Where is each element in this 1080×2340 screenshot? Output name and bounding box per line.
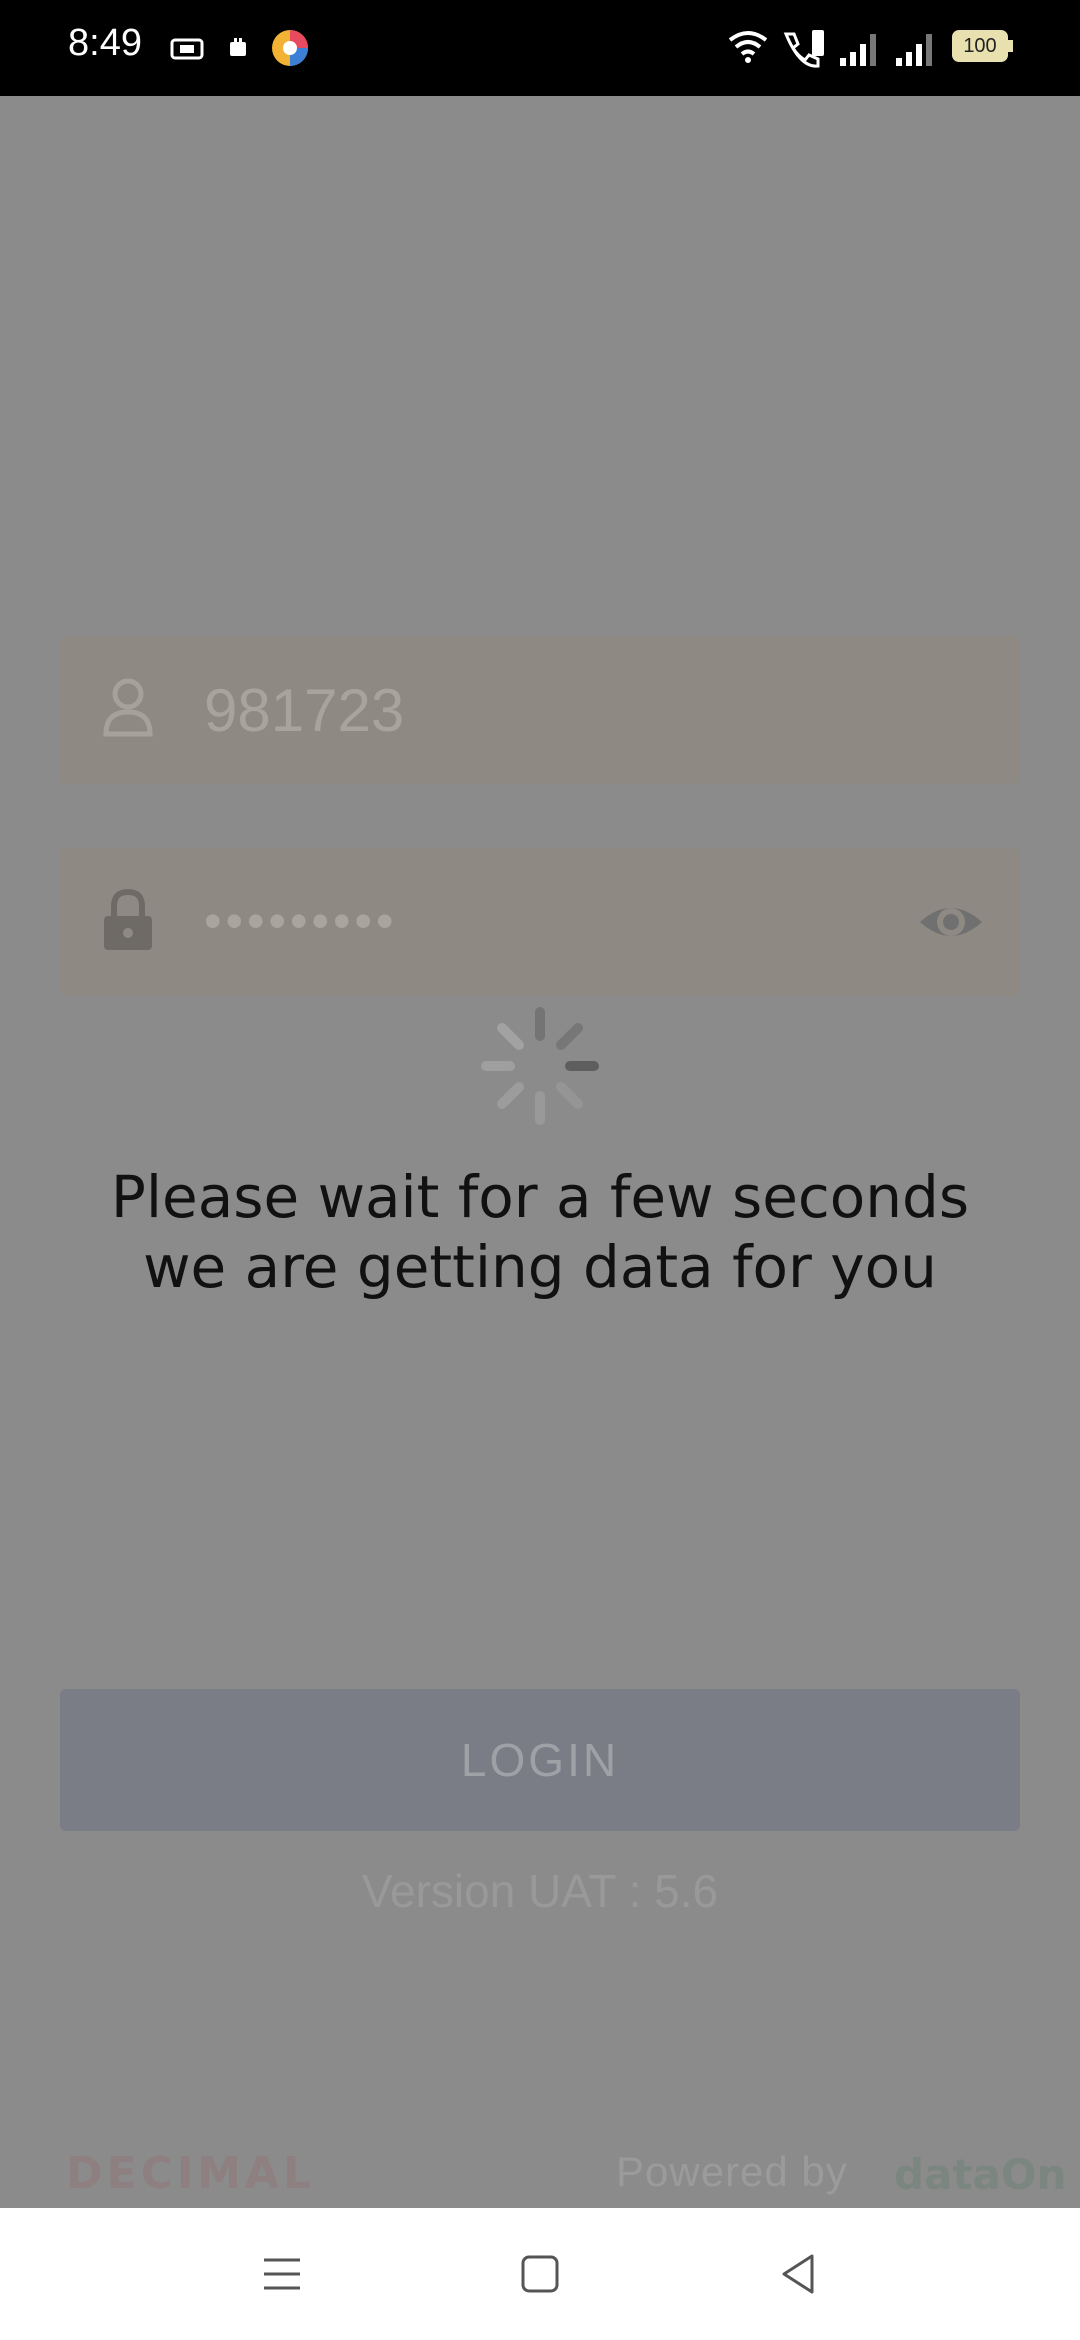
decimal-logo: DECIMAL <box>66 2148 316 2199</box>
back-triangle-icon[interactable] <box>778 2252 818 2296</box>
lock-icon <box>104 888 152 950</box>
battery-level: 100 <box>963 35 997 57</box>
eye-icon[interactable] <box>918 892 984 952</box>
loading-message-line1: Please wait for a few seconds <box>110 1163 970 1231</box>
login-screen: 981723 ••••••••• Please wait for a few s… <box>0 96 1080 2208</box>
volte-call-icon <box>783 30 824 68</box>
password-field[interactable]: ••••••••• <box>60 848 1020 996</box>
loading-spinner-icon <box>481 1007 599 1125</box>
status-time: 8:49 <box>68 22 142 64</box>
password-value: ••••••••• <box>204 893 398 949</box>
dataon-logo: dataOn <box>894 2150 1067 2199</box>
sim-card-icon <box>170 38 204 60</box>
wifi-icon <box>728 31 768 63</box>
battery-icon: 100 <box>952 30 1008 62</box>
username-field[interactable]: 981723 <box>60 636 1020 784</box>
user-icon <box>103 678 153 737</box>
signal-2-icon <box>896 34 932 66</box>
home-square-icon[interactable] <box>520 2252 560 2296</box>
menu-icon[interactable] <box>262 2252 302 2296</box>
loading-message: Please wait for a few seconds we are get… <box>0 1162 1080 1302</box>
navigation-bar <box>0 2208 1080 2340</box>
version-label: Version UAT : 5.6 <box>361 1865 719 1917</box>
username-value: 981723 <box>204 677 405 744</box>
status-bar: 8:49 100 <box>0 0 1080 96</box>
signal-1-icon <box>840 34 876 66</box>
notification-icon <box>230 38 246 56</box>
powered-by-label: Powered by <box>616 2148 848 2195</box>
loading-message-line2: we are getting data for you <box>143 1233 937 1301</box>
app-logo-icon <box>272 30 308 66</box>
battery-tip <box>1008 40 1013 52</box>
login-button[interactable]: LOGIN <box>60 1689 1020 1831</box>
